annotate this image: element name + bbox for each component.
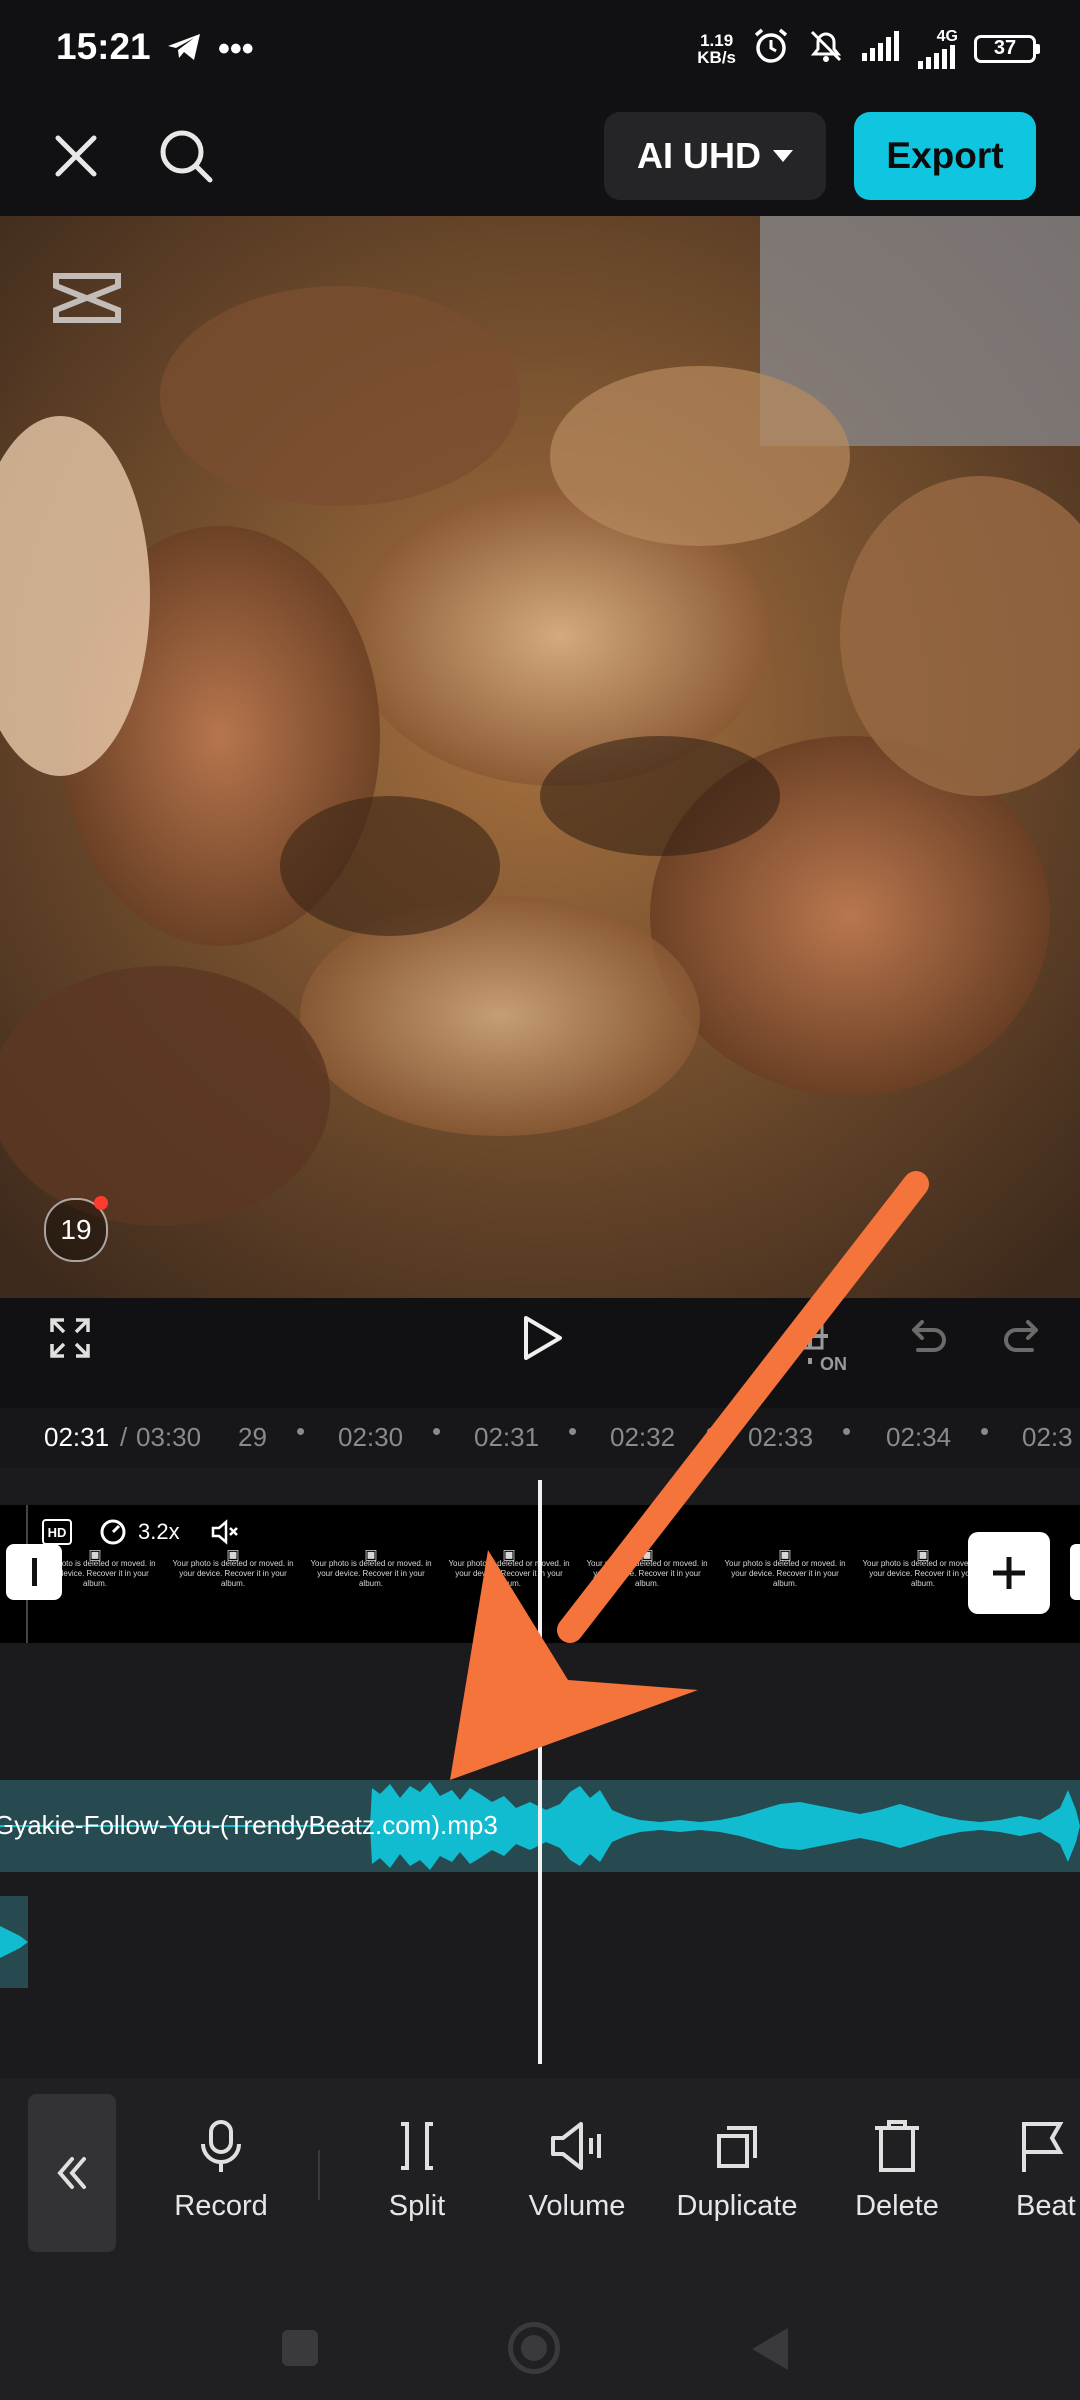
time-separator: / bbox=[120, 1422, 128, 1452]
export-button[interactable]: Export bbox=[854, 112, 1036, 200]
split-button[interactable]: Split bbox=[342, 2118, 492, 2223]
thumb-caption: Your photo is deleted or moved. in your … bbox=[172, 1559, 294, 1588]
duplicate-button[interactable]: Duplicate bbox=[662, 2118, 812, 2223]
search-icon[interactable] bbox=[150, 120, 222, 192]
ruler-tick: 02:3 bbox=[1022, 1422, 1073, 1452]
toolbar-divider bbox=[318, 2150, 320, 2200]
caret-down-icon bbox=[773, 150, 793, 162]
close-icon[interactable] bbox=[40, 120, 112, 192]
signal-icon-1 bbox=[862, 31, 902, 66]
quality-selector[interactable]: AI UHD bbox=[604, 112, 826, 200]
duplicate-icon bbox=[717, 2126, 757, 2168]
thumb-caption: Your photo is deleted or moved. in your … bbox=[310, 1559, 432, 1588]
hd-badge: HD bbox=[42, 1519, 72, 1545]
duplicate-label: Duplicate bbox=[676, 2190, 798, 2222]
back-nav-icon[interactable] bbox=[750, 2326, 790, 2377]
net-speed: 1.19 KB/s bbox=[697, 32, 736, 66]
ruler-tick: 29 bbox=[238, 1422, 267, 1452]
collapse-toolbar-button[interactable] bbox=[28, 2094, 116, 2252]
clip-thumbnail: ▣ Your photo is deleted or moved. in your… bbox=[172, 1546, 294, 1588]
current-time: 02:31 bbox=[44, 1422, 110, 1452]
delete-button[interactable]: Delete bbox=[822, 2118, 972, 2223]
notification-count: 19 bbox=[60, 1214, 92, 1245]
volume-label: Volume bbox=[528, 2190, 626, 2222]
recents-nav-icon[interactable] bbox=[282, 2330, 318, 2366]
capcut-logo-icon bbox=[52, 270, 122, 331]
double-chevron-left-icon bbox=[57, 2157, 86, 2189]
audio-track-2-edge[interactable] bbox=[0, 1896, 28, 1988]
hd-label: HD bbox=[47, 1524, 67, 1540]
delete-label: Delete bbox=[855, 2190, 939, 2222]
split-label: Split bbox=[388, 2190, 446, 2222]
battery-level: 37 bbox=[974, 34, 1036, 63]
volume-button[interactable]: Volume bbox=[502, 2118, 652, 2223]
status-right-group: 1.19 KB/s 4G 37 bbox=[697, 26, 1040, 71]
microphone-icon bbox=[201, 2120, 241, 2172]
record-label: Record bbox=[174, 2190, 268, 2222]
redo-icon[interactable] bbox=[988, 1302, 1060, 1374]
status-time: 15:21 bbox=[56, 26, 151, 67]
split-icon bbox=[401, 2122, 433, 2170]
net-speed-unit: KB/s bbox=[697, 47, 736, 67]
telegram-icon bbox=[166, 32, 202, 67]
speed-label: 3.2x bbox=[138, 1519, 180, 1544]
battery-icon: 37 bbox=[974, 34, 1040, 63]
home-nav-icon[interactable] bbox=[508, 2322, 560, 2374]
more-notifications-icon: ••• bbox=[218, 30, 254, 68]
total-time: 03:30 bbox=[136, 1422, 202, 1452]
speed-icon bbox=[98, 1517, 128, 1552]
clip-thumbnail: ▣ Your photo is deleted or moved. in your… bbox=[310, 1546, 432, 1588]
record-button[interactable]: Record bbox=[146, 2118, 296, 2223]
ruler-dot: • bbox=[980, 1416, 990, 1446]
add-clip-button[interactable] bbox=[968, 1532, 1050, 1614]
audio-filename: Gyakie-Follow-You-(TrendyBeatz.com).mp3 bbox=[0, 1810, 498, 1840]
signal-icon-2 bbox=[918, 44, 955, 69]
notification-dot bbox=[94, 1196, 108, 1210]
status-bar: 15:21 ••• 1.19 KB/s 4G 37 bbox=[0, 0, 1080, 100]
quality-label: AI UHD bbox=[637, 135, 761, 176]
fullscreen-icon[interactable] bbox=[34, 1302, 106, 1374]
beat-label: Beat bbox=[1016, 2190, 1076, 2222]
next-clip-edge bbox=[1070, 1544, 1080, 1600]
plus-icon bbox=[993, 1557, 1025, 1589]
system-nav-bar bbox=[0, 2278, 1080, 2400]
annotation-arrow bbox=[420, 1160, 940, 1805]
video-preview[interactable]: 19 bbox=[0, 216, 1080, 1298]
ruler-tick: 02:30 bbox=[338, 1422, 404, 1452]
preview-image bbox=[0, 216, 1080, 1298]
handle-grip bbox=[31, 1558, 37, 1586]
audio-waveform-2 bbox=[0, 1926, 28, 1958]
mute-icon bbox=[806, 26, 846, 71]
alarm-icon bbox=[752, 27, 790, 70]
ruler-dot: • bbox=[296, 1416, 306, 1446]
beat-flag-icon bbox=[1022, 2122, 1064, 2172]
volume-icon bbox=[551, 2122, 601, 2170]
trim-handle-left[interactable] bbox=[6, 1544, 62, 1600]
signal-4g: 4G bbox=[918, 27, 958, 69]
network-type: 4G bbox=[936, 27, 958, 45]
beat-button[interactable]: Beat bbox=[982, 2118, 1080, 2223]
net-speed-value: 1.19 bbox=[700, 30, 734, 50]
delete-icon bbox=[875, 2120, 919, 2172]
